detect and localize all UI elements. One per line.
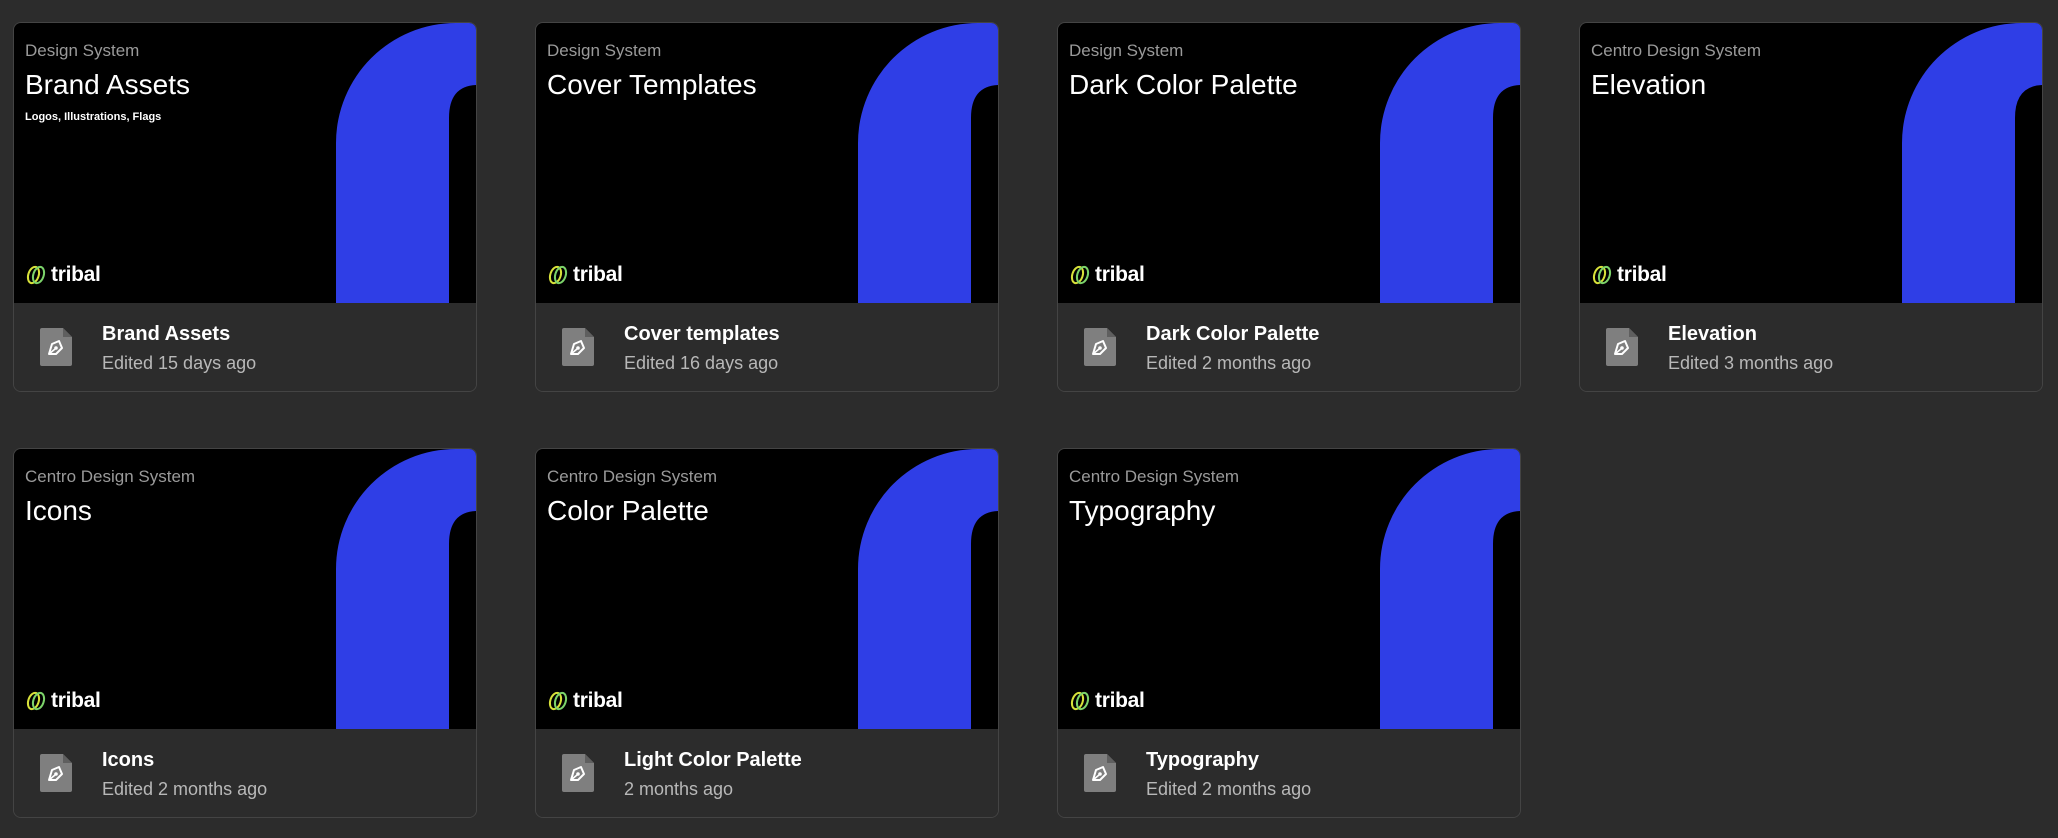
file-name: Cover templates [624,323,780,345]
tribal-logo: tribal [1069,688,1145,714]
cover-title: Dark Color Palette [1069,69,1298,100]
project-label: Design System [547,41,662,60]
file-card-dark-color-palette[interactable]: Design System Dark Color Palette tribal … [1057,22,1521,392]
file-card-typography[interactable]: Centro Design System Typography tribal T… [1057,448,1521,818]
file-name: Brand Assets [102,323,231,345]
cover-decoration-shape [336,449,476,729]
pen-tool-file-icon [1084,328,1116,366]
file-meta: Elevation Edited 3 months ago [1580,303,2042,391]
pen-tool-file-icon [1084,754,1116,792]
file-meta: Brand Assets Edited 15 days ago [14,303,476,391]
file-name: Typography [1146,749,1259,771]
tribal-logo-icon [548,691,568,711]
file-thumbnail: Centro Design System Typography tribal [1058,449,1520,729]
file-name: Light Color Palette [624,749,802,771]
logo-wordmark: tribal [1095,263,1145,286]
file-name: Dark Color Palette [1146,323,1320,345]
cover-title: Brand Assets [25,69,190,100]
cover-decoration-shape [1902,23,2042,303]
cover-decoration-shape [336,23,476,303]
file-name: Icons [102,749,155,771]
file-thumbnail: Design System Brand Assets Logos, Illust… [14,23,476,303]
project-label: Design System [1069,41,1184,60]
project-label: Centro Design System [25,467,196,486]
cover-title: Color Palette [547,495,709,526]
file-thumbnail: Design System Dark Color Palette tribal [1058,23,1520,303]
tribal-logo: tribal [547,688,623,714]
cover-title: Elevation [1591,69,1707,100]
file-meta: Typography Edited 2 months ago [1058,729,1520,817]
file-meta: Light Color Palette 2 months ago [536,729,998,817]
project-label: Centro Design System [547,467,718,486]
edited-timestamp: Edited 2 months ago [1146,779,1312,799]
file-thumbnail: Centro Design System Icons tribal [14,449,476,729]
file-card-cover-templates[interactable]: Design System Cover Templates tribal Cov… [535,22,999,392]
pen-tool-file-icon [562,328,594,366]
file-thumbnail: Design System Cover Templates tribal [536,23,998,303]
edited-timestamp: Edited 16 days ago [624,353,779,373]
pen-tool-file-icon [40,328,72,366]
cover-decoration-shape [1380,449,1520,729]
tribal-logo-icon [1070,265,1090,285]
cover-decoration-shape [858,23,998,303]
tribal-logo: tribal [1591,262,1667,288]
project-label: Design System [25,41,140,60]
cover-subtitle: Logos, Illustrations, Flags [25,111,162,123]
file-grid: Design System Brand Assets Logos, Illust… [0,0,2058,838]
cover-title: Cover Templates [547,69,757,100]
file-thumbnail: Centro Design System Color Palette triba… [536,449,998,729]
cover-decoration-shape [858,449,998,729]
pen-tool-file-icon [1606,328,1638,366]
tribal-logo: tribal [547,262,623,288]
tribal-logo: tribal [1069,262,1145,288]
tribal-logo-icon [1592,265,1612,285]
edited-timestamp: Edited 15 days ago [102,353,257,373]
tribal-logo: tribal [25,262,101,288]
edited-timestamp: 2 months ago [624,779,734,799]
tribal-logo: tribal [25,688,101,714]
cover-title: Icons [25,495,92,526]
logo-wordmark: tribal [573,689,623,712]
tribal-logo-icon [26,265,46,285]
file-card-light-color-palette[interactable]: Centro Design System Color Palette triba… [535,448,999,818]
file-thumbnail: Centro Design System Elevation tribal [1580,23,2042,303]
project-label: Centro Design System [1591,41,1762,60]
file-card-icons[interactable]: Centro Design System Icons tribal Icons … [13,448,477,818]
file-card-brand-assets[interactable]: Design System Brand Assets Logos, Illust… [13,22,477,392]
cover-title: Typography [1069,495,1216,526]
edited-timestamp: Edited 2 months ago [1146,353,1312,373]
file-name: Elevation [1668,323,1757,345]
edited-timestamp: Edited 2 months ago [102,779,268,799]
logo-wordmark: tribal [573,263,623,286]
file-card-elevation[interactable]: Centro Design System Elevation tribal El… [1579,22,2043,392]
edited-timestamp: Edited 3 months ago [1668,353,1834,373]
logo-wordmark: tribal [51,689,101,712]
file-meta: Cover templates Edited 16 days ago [536,303,998,391]
project-label: Centro Design System [1069,467,1240,486]
pen-tool-file-icon [40,754,72,792]
file-meta: Icons Edited 2 months ago [14,729,476,817]
tribal-logo-icon [26,691,46,711]
logo-wordmark: tribal [1095,689,1145,712]
tribal-logo-icon [548,265,568,285]
tribal-logo-icon [1070,691,1090,711]
cover-decoration-shape [1380,23,1520,303]
logo-wordmark: tribal [51,263,101,286]
logo-wordmark: tribal [1617,263,1667,286]
file-meta: Dark Color Palette Edited 2 months ago [1058,303,1520,391]
pen-tool-file-icon [562,754,594,792]
